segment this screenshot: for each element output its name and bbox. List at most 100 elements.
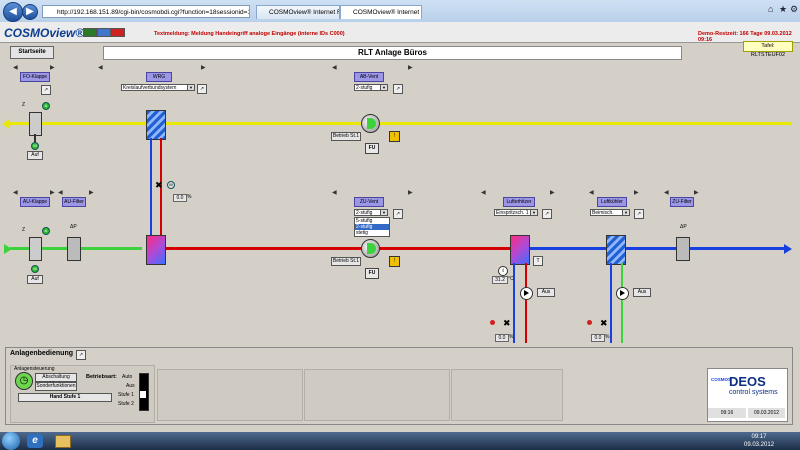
status-icon[interactable] — [83, 28, 97, 37]
zu-vent-label[interactable]: ZU-Vent — [354, 197, 384, 207]
zu-vent-dropdown[interactable]: 5-stufig 2-stufig stetig — [354, 217, 390, 237]
tab-cosmoview-2[interactable]: COSMOview® Internet Fer... — [340, 5, 422, 19]
alarm-message[interactable]: Textmeldung: Meldung Handeingriff analog… — [154, 31, 345, 37]
next-arrow-icon[interactable]: ▶ — [89, 189, 94, 196]
motor-icon: M — [31, 142, 39, 150]
mode-aus: Aus — [126, 383, 135, 389]
wrg-supply-coil[interactable] — [146, 235, 166, 265]
cooler-coil[interactable] — [606, 235, 626, 265]
next-arrow-icon[interactable]: ▶ — [550, 189, 555, 196]
tray-clock[interactable]: 09:17 09.03.2012 — [744, 433, 774, 449]
zu-filter[interactable] — [676, 237, 690, 261]
wrg-label[interactable]: WRG — [146, 72, 172, 82]
prev-arrow-icon[interactable]: ◀ — [13, 189, 18, 196]
zu-vent-status: Betrieb St.1 — [331, 257, 361, 266]
valve-icon[interactable]: ✖ — [155, 180, 163, 191]
tab-cosmoview-1[interactable]: COSMOview® Internet Fer... — [256, 5, 340, 19]
clock-icon[interactable]: ◷ — [15, 372, 33, 390]
prev-arrow-icon[interactable]: ◀ — [332, 189, 337, 196]
hand-mode-display: Hand Stufe 1 — [18, 393, 112, 402]
flag-icon[interactable] — [111, 28, 125, 37]
temp-sensor-icon[interactable]: ℓ — [498, 266, 508, 276]
fu-label[interactable]: FU — [365, 268, 379, 279]
operating-mode-label: Betriebsart: — [86, 374, 117, 380]
au-filter[interactable] — [67, 237, 81, 261]
ab-vent-select[interactable]: 2-stufig ▼ — [354, 84, 388, 91]
next-arrow-icon[interactable]: ▶ — [634, 189, 639, 196]
prev-arrow-icon[interactable]: ◀ — [13, 64, 18, 71]
next-arrow-icon[interactable]: ▶ — [408, 189, 413, 196]
damper-stem — [34, 134, 36, 142]
prev-arrow-icon[interactable]: ◀ — [589, 189, 594, 196]
zu-vent-select[interactable]: 2-stufig ▼ — [354, 209, 388, 216]
heater-coil[interactable] — [510, 235, 530, 265]
valve-icon[interactable]: ✖ — [503, 318, 511, 329]
zu-tool-icon[interactable]: ↗ — [393, 209, 403, 219]
fault-indicator — [490, 320, 495, 325]
address-bar[interactable]: http://192.168.151.89/cgi-bin/cosmobdi.c… — [42, 5, 250, 18]
panel-tool-icon[interactable]: ↗ — [76, 350, 86, 360]
valve-icon[interactable]: ✖ — [600, 318, 608, 329]
prev-arrow-icon[interactable]: ◀ — [664, 189, 669, 196]
forward-button[interactable]: ▶ — [22, 4, 38, 20]
chevron-down-icon: ▼ — [380, 210, 387, 215]
t-sensor[interactable]: T — [533, 256, 543, 266]
au-filter-label[interactable]: AU-Filter — [62, 197, 86, 207]
mode-selector-knob[interactable] — [140, 391, 146, 398]
le-tool-icon[interactable]: ↗ — [542, 209, 552, 219]
start-page-button[interactable]: Startseite — [10, 46, 54, 59]
next-arrow-icon[interactable]: ▶ — [694, 189, 699, 196]
luftkuehler-label[interactable]: Luftkühler — [597, 197, 627, 207]
heater-pump[interactable] — [520, 287, 533, 300]
cooler-pump[interactable] — [616, 287, 629, 300]
shutdown-vent-button[interactable]: Abschaltung Vent. — [35, 373, 77, 387]
au-state: Auf — [27, 275, 43, 284]
cooler-pump-state: Aus — [633, 288, 651, 297]
lufterhitzer-select[interactable]: Einspritzsch. 1 ▼ — [494, 209, 538, 216]
zu-filter-label[interactable]: ZU-Filter — [670, 197, 694, 207]
fault-indicator — [587, 320, 592, 325]
prev-arrow-icon[interactable]: ◀ — [98, 64, 103, 71]
folder-icon[interactable] — [55, 435, 71, 448]
luftkuehler-select[interactable]: Beimisch. ▼ — [590, 209, 630, 216]
back-button[interactable]: ◀ — [3, 2, 23, 22]
cosmoview-logo: COSMOview® — [4, 26, 85, 40]
prev-arrow-icon[interactable]: ◀ — [332, 64, 337, 71]
windows-start-icon[interactable] — [2, 432, 20, 450]
prev-arrow-icon[interactable]: ◀ — [481, 189, 486, 196]
fo-damper[interactable] — [29, 112, 42, 136]
alarm-icon[interactable]: ! — [389, 131, 400, 142]
next-arrow-icon[interactable]: ▶ — [50, 64, 55, 71]
exhaust-arrow-icon — [2, 119, 10, 129]
special-functions-button[interactable]: Sonderfunktionen — [35, 382, 77, 391]
wrg-select[interactable]: Kreislaufverbundsystem ▼ — [121, 84, 195, 91]
au-damper[interactable] — [29, 237, 42, 261]
next-arrow-icon[interactable]: ▶ — [201, 64, 206, 71]
exhaust-fan[interactable] — [361, 114, 380, 133]
ab-tool-icon[interactable]: ↗ — [393, 84, 403, 94]
home-icon[interactable]: ⌂ — [768, 4, 773, 14]
internet-explorer-icon[interactable]: e — [27, 434, 43, 448]
ab-vent-label[interactable]: AB-Vent — [354, 72, 384, 82]
alarm-icon[interactable]: ! — [389, 256, 400, 267]
fo-tool-icon[interactable]: ↗ — [41, 85, 51, 95]
lk-tool-icon[interactable]: ↗ — [634, 209, 644, 219]
info-icon[interactable] — [97, 28, 111, 37]
z-label: Z — [22, 227, 26, 233]
next-arrow-icon[interactable]: ▶ — [50, 189, 55, 196]
prev-arrow-icon[interactable]: ◀ — [58, 189, 63, 196]
wrg-tool-icon[interactable]: ↗ — [197, 84, 207, 94]
wrg-exhaust-coil[interactable] — [146, 110, 166, 140]
favorites-icon[interactable]: ★ — [779, 4, 787, 15]
next-arrow-icon[interactable]: ▶ — [408, 64, 413, 71]
page-title: RLT Anlage Büros — [103, 46, 682, 60]
dropdown-option[interactable]: stetig — [355, 230, 389, 236]
gear-icon[interactable]: ⚙ — [790, 4, 798, 15]
au-klappe-label[interactable]: AU-Klappe — [20, 197, 50, 207]
supply-out-duct — [530, 247, 786, 250]
fu-label[interactable]: FU — [365, 143, 379, 154]
supply-fan[interactable] — [361, 239, 380, 258]
lufterhitzer-label[interactable]: Lufterhitzer — [503, 197, 535, 207]
heater-flow-pipe — [525, 263, 527, 343]
fo-klappe-label[interactable]: FO-Klappe — [20, 72, 50, 82]
